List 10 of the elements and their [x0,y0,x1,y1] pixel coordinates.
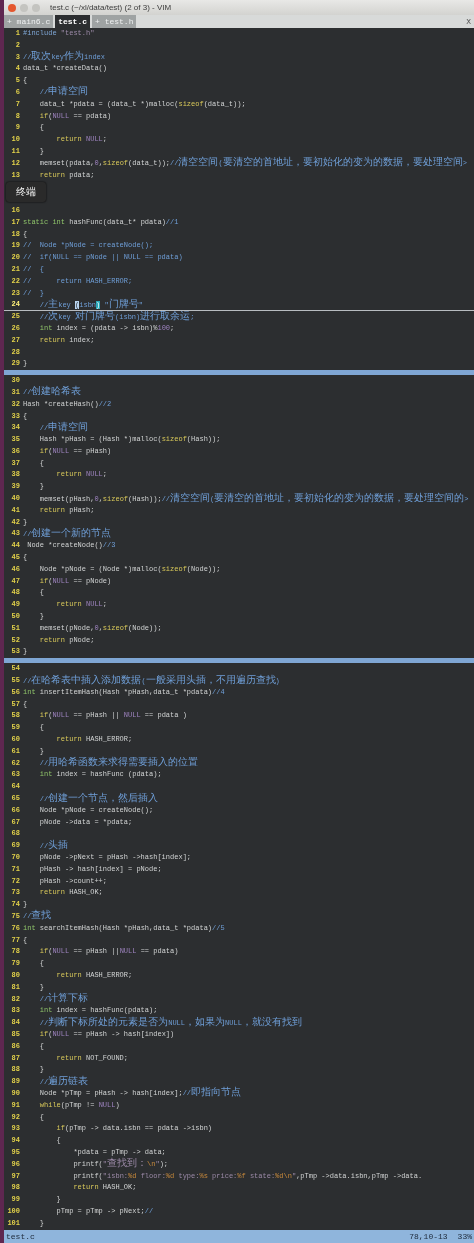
cursor-position: 78,10-13 [409,1232,448,1241]
close-button[interactable] [8,3,16,12]
scroll-percent: 33% [457,1232,472,1241]
tooltip: 终端 [6,182,46,202]
tab[interactable]: test.c [55,15,91,28]
maximize-button[interactable] [32,3,40,12]
minimize-button[interactable] [20,3,28,12]
window-title: test.c (~/xl/data/test) (2 of 3) - VIM [50,3,172,12]
close-tab-button[interactable]: X [463,15,474,28]
file-name: test.c [6,1232,35,1241]
